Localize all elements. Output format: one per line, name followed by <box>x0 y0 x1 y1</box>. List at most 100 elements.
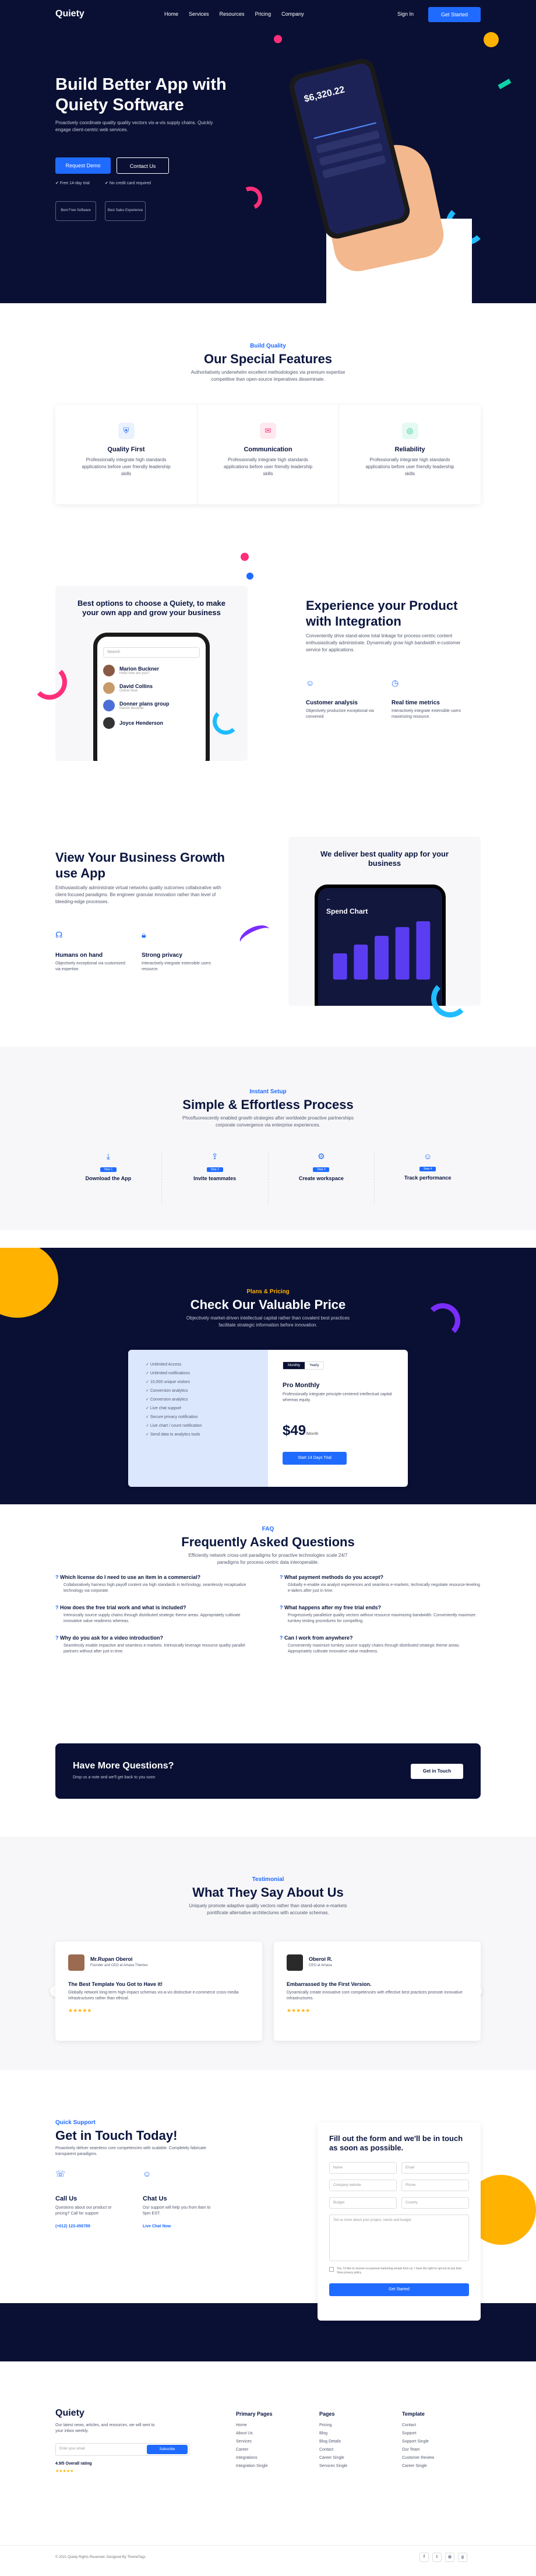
testimonial-card: Oberoi R. CEO at Amaxa Embarrassed by the… <box>274 1942 481 2041</box>
dot-shape <box>241 553 249 561</box>
footer-link[interactable]: Blog Details <box>319 2438 347 2446</box>
faq-item[interactable]: ? Which license do I need to use an item… <box>55 1574 256 1594</box>
message-field[interactable]: Tell us more about your project, needs a… <box>329 2214 469 2261</box>
rating-stars: ★★★★★ <box>287 2008 311 2013</box>
footer-link[interactable]: Career Single <box>319 2454 347 2462</box>
nav-link-services[interactable]: Services <box>189 11 209 17</box>
request-demo-button[interactable]: Request Demo <box>55 157 111 174</box>
features-card: ⛨ Quality First Professionally integrate… <box>55 405 481 504</box>
contact-item[interactable]: Donner plans group Marion Buckner <box>103 700 200 711</box>
submit-button[interactable]: Get Started <box>329 2283 469 2296</box>
toggle-monthly[interactable]: Monthly <box>283 1362 305 1369</box>
feature-title: Communication <box>244 446 292 453</box>
faq-item[interactable]: ? What payment methods do you accept? Glo… <box>280 1574 481 1594</box>
start-trial-button[interactable]: Start 14 Days Trial <box>283 1452 347 1465</box>
faq-item[interactable]: ? Why do you ask for a video introductio… <box>55 1635 256 1655</box>
name-field[interactable]: Name <box>329 2162 397 2174</box>
phone-field[interactable]: Phone <box>401 2180 469 2191</box>
footer-link[interactable]: Integrations <box>236 2454 273 2462</box>
footer-link[interactable]: Integration Single <box>236 2462 273 2470</box>
newsletter-email-input[interactable]: Enter your email <box>59 2447 85 2451</box>
facebook-icon[interactable]: f <box>419 2553 429 2562</box>
nav-links: Home Services Resources Pricing Company <box>164 11 304 17</box>
back-arrow-icon[interactable]: ← <box>326 896 434 901</box>
email-field[interactable]: Email <box>401 2162 469 2174</box>
budget-select[interactable]: Budget <box>329 2197 397 2209</box>
overall-rating: 4.9/5 Overall rating <box>55 2462 92 2466</box>
faq-item[interactable]: ? Can I work from anywhere? Conveniently … <box>280 1635 481 1655</box>
arc-shape <box>235 183 266 213</box>
faq-item[interactable]: ? What happens after my free trial ends?… <box>280 1605 481 1624</box>
agree-checkbox[interactable] <box>329 2267 334 2272</box>
hero-subtitle: Proactively coordinate quality quality v… <box>55 120 213 132</box>
contact-item[interactable]: David Collins Online Now <box>103 682 200 694</box>
dribbble-icon[interactable]: ◍ <box>445 2553 454 2562</box>
pricing-tag: Plans & Pricing <box>246 1289 290 1295</box>
get-in-touch-button[interactable]: Get in Touch <box>411 1764 463 1779</box>
github-icon[interactable]: g <box>458 2553 467 2562</box>
plan-name: Pro Monthly <box>283 1382 320 1389</box>
toggle-yearly[interactable]: Yearly <box>305 1362 323 1369</box>
pricing-title: Check Our Valuable Price <box>190 1297 346 1312</box>
company-field[interactable]: Company website <box>329 2180 397 2191</box>
billing-toggle[interactable]: Monthly Yearly <box>283 1361 325 1370</box>
contact-us-button[interactable]: Contact Us <box>117 157 169 174</box>
subscribe-button[interactable]: Subscribe <box>147 2445 188 2454</box>
nav-link-company[interactable]: Company <box>281 11 304 17</box>
footer-link[interactable]: Services <box>236 2438 273 2446</box>
question-icon: ? <box>280 1605 284 1610</box>
integration-f1-text: Objectively productize exceptional via c… <box>306 709 374 719</box>
nav-link-home[interactable]: Home <box>164 11 178 17</box>
lock-icon: 🔒︎ <box>142 930 146 939</box>
footer-link[interactable]: Contact <box>319 2446 347 2454</box>
logo[interactable]: Quiety <box>55 9 84 19</box>
integration-f2-text: Interactively integrate extensible users… <box>392 709 461 719</box>
footer-col-primary: Primary Pages Home About Us Services Car… <box>236 2411 273 2470</box>
top-nav: Quiety Home Services Resources Pricing C… <box>0 0 536 29</box>
footer-link[interactable]: Our Team <box>402 2446 434 2454</box>
footer-col-template: Template Contact Support Support Single … <box>402 2411 434 2470</box>
footer-link[interactable]: Contact <box>402 2421 434 2430</box>
footer-link[interactable]: Career <box>236 2446 273 2454</box>
footer-link[interactable]: Customer Review <box>402 2454 434 2462</box>
avatar <box>287 1954 303 1971</box>
contact-title: Get in Touch Today! <box>55 2128 178 2143</box>
footer-link[interactable]: Blog <box>319 2430 347 2438</box>
search-input[interactable]: Search <box>103 647 200 658</box>
footer-link[interactable]: Home <box>236 2421 273 2430</box>
arc-shape <box>431 980 469 1017</box>
footer-link[interactable]: Career Single <box>402 2462 434 2470</box>
footer-logo[interactable]: Quiety <box>55 2408 84 2419</box>
feature-text: Professionally integrate high standards … <box>365 457 454 476</box>
nav-link-resources[interactable]: Resources <box>220 11 245 17</box>
growth-f2-title: Strong privacy <box>142 952 183 959</box>
footer-link[interactable]: Support <box>402 2430 434 2438</box>
circle-shape <box>484 32 499 47</box>
country-select[interactable]: Country <box>401 2197 469 2209</box>
growth-text: Enthusiastically administrate virtual ne… <box>55 885 221 904</box>
twitter-icon[interactable]: t <box>432 2553 442 2562</box>
footer-col-pages: Pages Pricing Blog Blog Details Contact … <box>319 2411 347 2470</box>
phone-screen: $6,320.22 <box>292 61 407 236</box>
spend-bar <box>354 945 368 980</box>
chat-icon: ☺ <box>143 2169 151 2178</box>
footer-link[interactable]: Pricing <box>319 2421 347 2430</box>
nav-link-pricing[interactable]: Pricing <box>255 11 271 17</box>
contact-item[interactable]: Marion Buckner Hello how are you? <box>103 665 200 676</box>
faq-item[interactable]: ? How does the free trial work and what … <box>55 1605 256 1624</box>
step-invite: ⇪ Step 2 Invite teammates <box>161 1152 268 1204</box>
signin-link[interactable]: Sign In <box>397 11 414 17</box>
pricing-feature: ✓ Secure privacy notification <box>146 1415 198 1419</box>
faq-subtitle: Efficiently network cross-unit paradigms… <box>188 1553 348 1565</box>
faq-grid: ? Which license do I need to use an item… <box>55 1574 481 1655</box>
get-started-button[interactable]: Get Started <box>428 7 481 22</box>
contact-item[interactable]: Joyce Henderson <box>103 717 200 729</box>
footer-link[interactable]: Services Single <box>319 2462 347 2470</box>
agree-text: Yes, I'd like to receive occasional mark… <box>337 2267 463 2275</box>
call-link[interactable]: (+012) 123-456789 <box>55 2224 90 2228</box>
hero-title: Build Better App with Quiety Software <box>55 75 227 114</box>
footer-link[interactable]: About Us <box>236 2430 273 2438</box>
check-icon: ✔ <box>55 181 60 185</box>
chat-link[interactable]: Live Chat Now <box>143 2224 171 2228</box>
footer-link[interactable]: Support Single <box>402 2438 434 2446</box>
